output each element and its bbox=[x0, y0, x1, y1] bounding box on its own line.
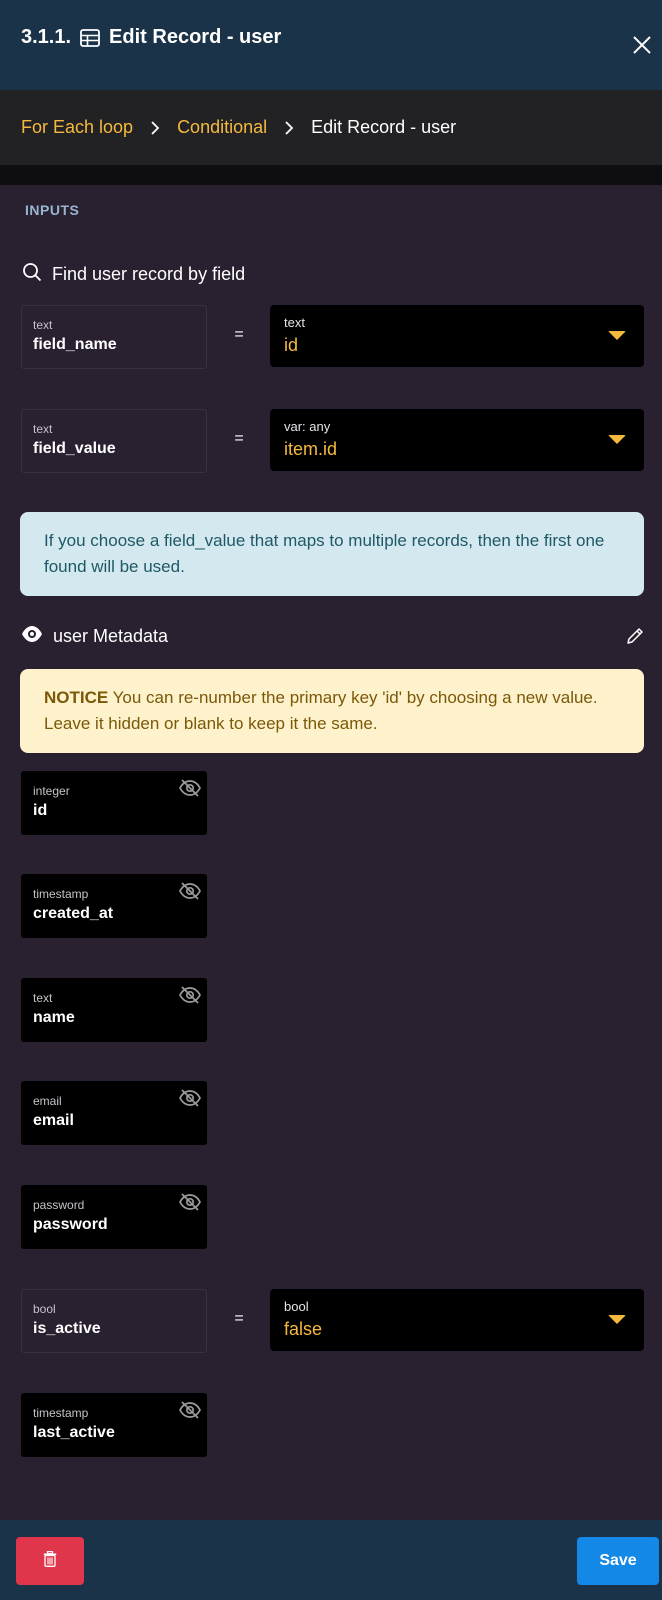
eye-icon[interactable] bbox=[21, 625, 43, 648]
field-name: created_at bbox=[33, 905, 114, 922]
divider bbox=[0, 165, 662, 185]
equals-sign: = bbox=[234, 326, 244, 343]
field-name: email bbox=[33, 1112, 74, 1129]
step-number: 3.1.1. bbox=[21, 26, 72, 48]
caret-down-icon bbox=[608, 435, 626, 444]
save-button[interactable]: Save bbox=[577, 1537, 659, 1585]
metadata-field-name: text name bbox=[21, 978, 207, 1042]
metadata-label: user Metadata bbox=[53, 625, 169, 646]
metadata-field-created-at: timestamp created_at bbox=[21, 874, 207, 938]
notice-alert: NOTICE You can re-number the primary key… bbox=[20, 669, 644, 753]
field-type: bool bbox=[33, 1302, 56, 1316]
field-name: password bbox=[33, 1216, 108, 1233]
metadata-field-is-active: bool is_active bbox=[21, 1289, 207, 1353]
eye-slash-icon[interactable] bbox=[179, 1192, 201, 1212]
eye-slash-icon[interactable] bbox=[179, 1400, 201, 1420]
close-icon[interactable] bbox=[631, 34, 653, 56]
find-record-label: Find user record by field bbox=[52, 264, 246, 284]
field-name-param: text field_name bbox=[21, 305, 207, 369]
eye-slash-icon[interactable] bbox=[179, 778, 201, 798]
equals-sign: = bbox=[234, 430, 244, 447]
breadcrumb-current: Edit Record - user bbox=[311, 117, 457, 137]
metadata-field-email: email email bbox=[21, 1081, 207, 1145]
eye-slash-icon[interactable] bbox=[179, 1088, 201, 1108]
field-name: is_active bbox=[33, 1320, 101, 1337]
field-name: name bbox=[33, 1009, 75, 1026]
selected-value: id bbox=[284, 335, 299, 355]
breadcrumb-item-conditional[interactable]: Conditional bbox=[177, 117, 267, 138]
equals-sign: = bbox=[234, 1310, 244, 1327]
eye-slash-icon[interactable] bbox=[179, 881, 201, 901]
param-name: field_name bbox=[33, 336, 117, 353]
notice-text: You can re-number the primary key 'id' b… bbox=[44, 688, 598, 733]
metadata-field-id: integer id bbox=[21, 771, 207, 835]
field-name: id bbox=[33, 802, 48, 819]
field-value-param: text field_value bbox=[21, 409, 207, 473]
modal-title-group: 3.1.1. Edit Record - user bbox=[21, 26, 281, 49]
section-label-inputs: INPUTS bbox=[25, 202, 80, 218]
param-name: field_value bbox=[33, 440, 116, 457]
chevron-right-icon bbox=[150, 120, 160, 135]
modal-footer: Save bbox=[0, 1520, 662, 1600]
metadata-field-last-active: timestamp last_active bbox=[21, 1393, 207, 1457]
search-icon bbox=[22, 262, 42, 287]
field-value-value-select[interactable]: var: any item.id bbox=[270, 409, 644, 471]
find-record-heading: Find user record by field bbox=[22, 262, 245, 287]
value-type: text bbox=[284, 315, 305, 330]
is-active-value-select[interactable]: bool false bbox=[270, 1289, 644, 1351]
caret-down-icon bbox=[608, 331, 626, 340]
metadata-heading: user Metadata bbox=[21, 624, 645, 648]
value-type: var: any bbox=[284, 419, 331, 434]
param-type: text bbox=[33, 422, 53, 436]
modal-title: Edit Record - user bbox=[109, 26, 282, 48]
caret-down-icon bbox=[608, 1315, 626, 1324]
field-name: last_active bbox=[33, 1424, 115, 1441]
selected-value: false bbox=[284, 1319, 323, 1339]
trash-icon bbox=[43, 1550, 57, 1572]
field-name-value-select[interactable]: text id bbox=[270, 305, 644, 367]
selected-value: item.id bbox=[284, 439, 338, 459]
breadcrumb: For Each loop Conditional Edit Record - … bbox=[0, 90, 662, 165]
info-alert: If you choose a field_value that maps to… bbox=[20, 512, 644, 596]
notice-title: NOTICE bbox=[44, 688, 109, 707]
breadcrumb-item-for-each-loop[interactable]: For Each loop bbox=[21, 117, 133, 138]
chevron-right-icon bbox=[284, 120, 294, 135]
modal-header: 3.1.1. Edit Record - user bbox=[0, 0, 662, 90]
pencil-icon[interactable] bbox=[625, 626, 645, 646]
delete-button[interactable] bbox=[16, 1537, 84, 1585]
value-type: bool bbox=[284, 1299, 309, 1314]
table-icon bbox=[80, 28, 100, 47]
metadata-field-password: password password bbox=[21, 1185, 207, 1249]
eye-slash-icon[interactable] bbox=[179, 985, 201, 1005]
param-type: text bbox=[33, 318, 53, 332]
